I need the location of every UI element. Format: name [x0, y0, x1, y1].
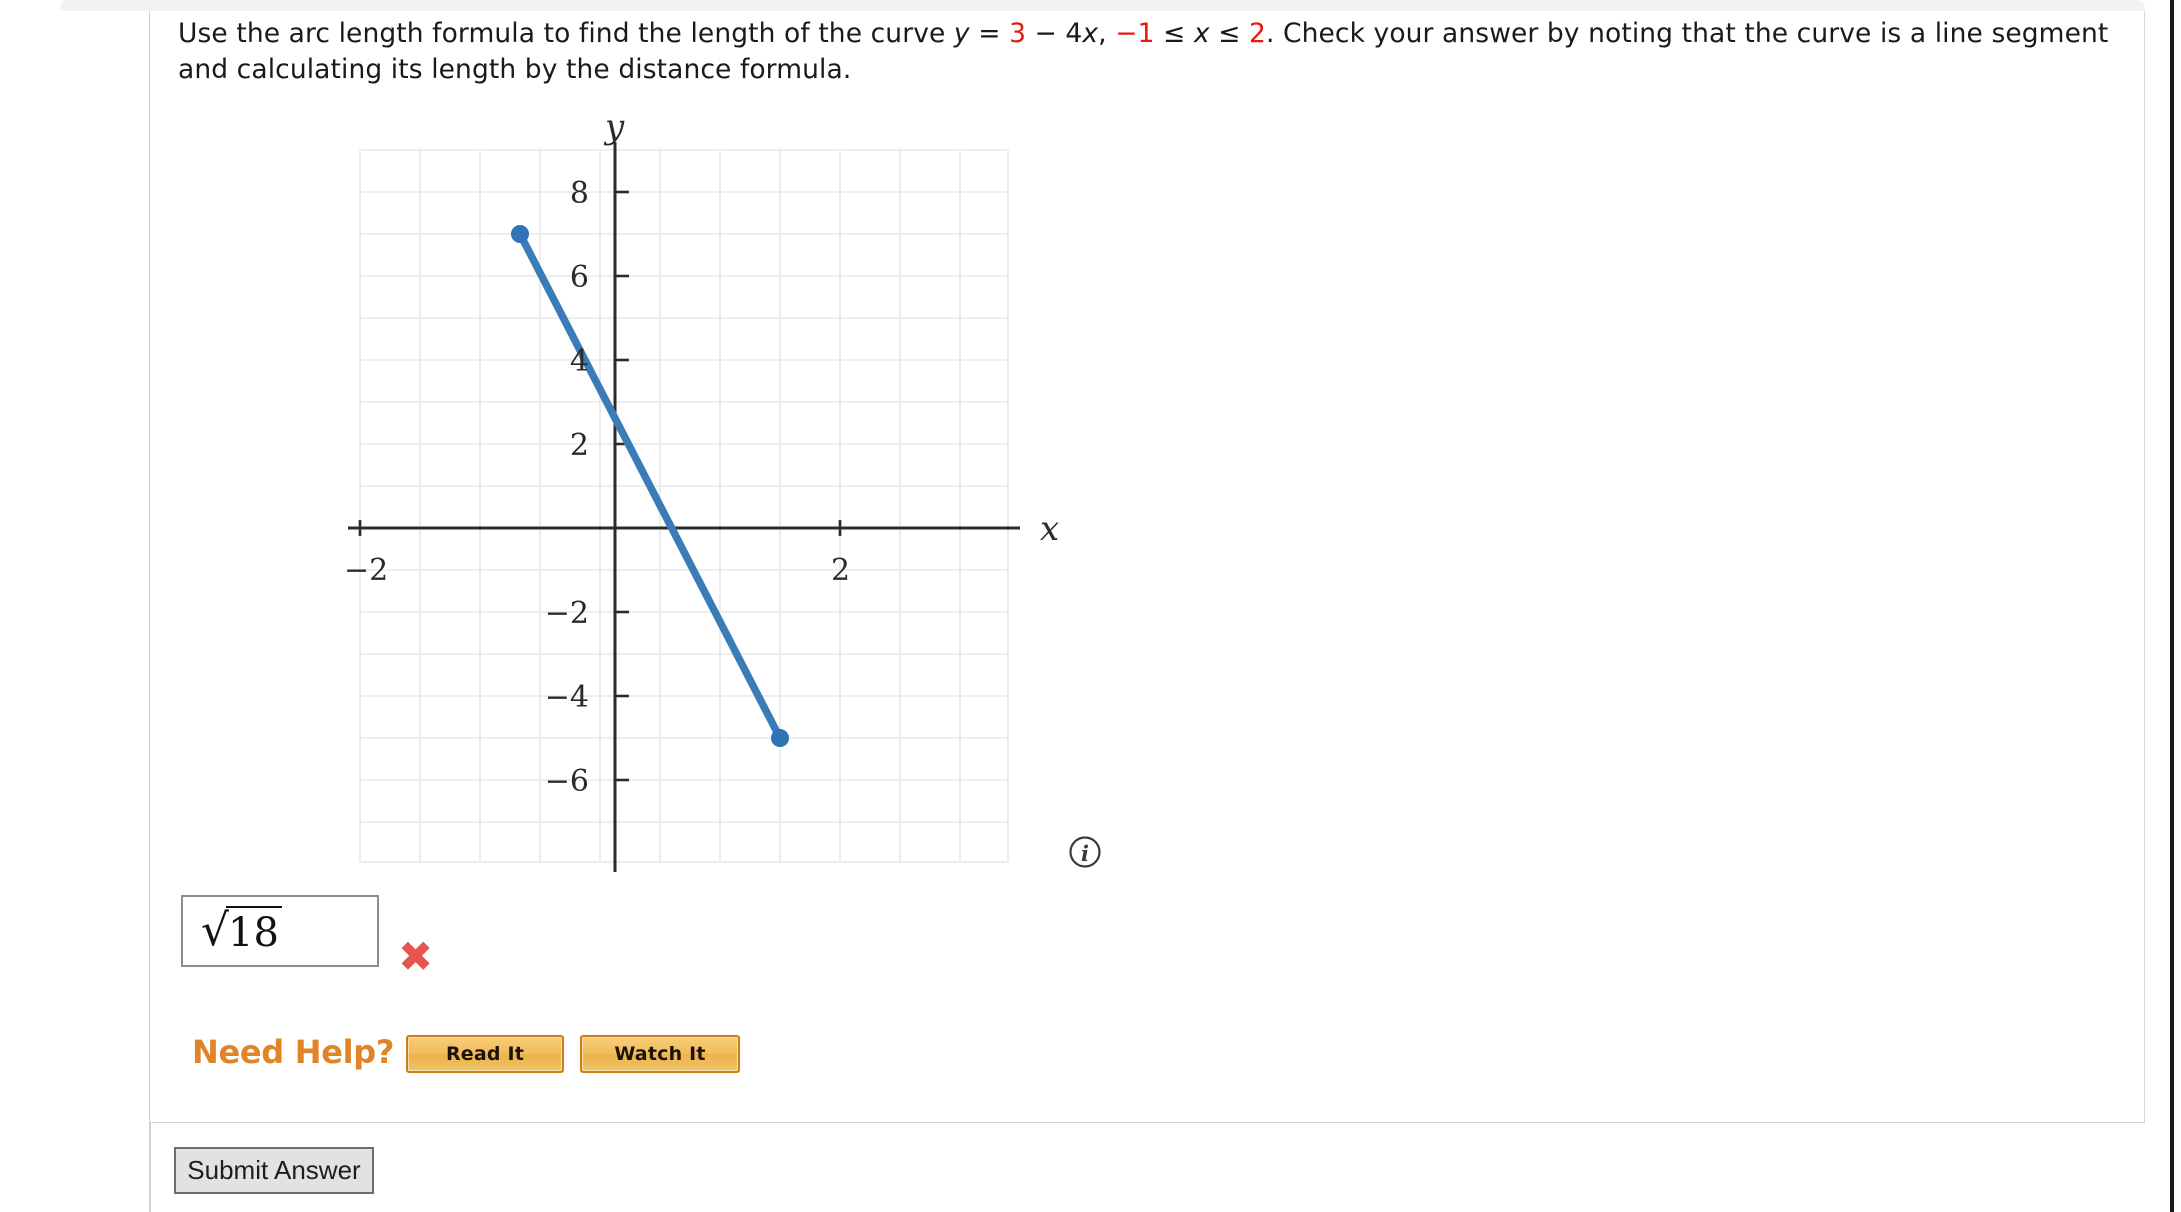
- y-tick-label--6: −6: [545, 764, 589, 799]
- question-line1-prefix: Use the arc length formula to find the l…: [178, 18, 954, 49]
- y-tick-label-6: 6: [570, 260, 589, 295]
- submit-answer-button[interactable]: Submit Answer: [174, 1147, 374, 1194]
- gridlines: [359, 149, 1009, 863]
- wrong-x-icon: ✖: [398, 932, 434, 981]
- question-line1-tail: . Check your answer by noting that the c…: [1265, 18, 2109, 49]
- x-tick-label-2: 2: [831, 553, 850, 588]
- info-icon[interactable]: i: [1068, 835, 1102, 869]
- y-tick-label--2: −2: [545, 596, 589, 631]
- y-tick-label-8: 8: [570, 176, 589, 211]
- answer-value: √18: [201, 905, 282, 956]
- line-segment-graph: −2 2 8 6 4 2 −2 −4 −6 y x: [340, 120, 1080, 880]
- y-tick-label-4: 4: [570, 344, 589, 379]
- endpoint-right: [771, 729, 789, 747]
- left-gutter: [0, 11, 150, 1212]
- read-it-button[interactable]: Read It: [406, 1035, 564, 1073]
- question-lower-bound: −1: [1115, 18, 1155, 49]
- svg-text:i: i: [1081, 841, 1089, 866]
- question-line2: and calculating its length by the distan…: [178, 54, 852, 85]
- question-constant-3: 3: [1009, 18, 1027, 49]
- question-text: Use the arc length formula to find the l…: [178, 16, 2118, 88]
- x-axis-label: x: [1040, 509, 1059, 549]
- endpoint-left: [511, 225, 529, 243]
- question-minus-4: − 4: [1026, 18, 1083, 49]
- right-edge-strip: [2146, 0, 2181, 1212]
- radical-expression: √18: [201, 905, 282, 956]
- watch-it-button[interactable]: Watch It: [580, 1035, 740, 1073]
- question-var-x-2: x: [1193, 18, 1210, 49]
- answer-input[interactable]: √18: [181, 895, 379, 967]
- radicand-value: 18: [226, 906, 282, 956]
- need-help-label: Need Help?: [192, 1033, 395, 1071]
- axes: [348, 142, 1020, 872]
- graph-svg: −2 2 8 6 4 2 −2 −4 −6 y x: [344, 120, 1059, 872]
- question-le-2: ≤: [1209, 18, 1249, 49]
- x-tick-label--2: −2: [344, 553, 388, 588]
- question-le-1: ≤: [1154, 18, 1194, 49]
- question-equals: =: [969, 18, 1010, 49]
- question-comma: ,: [1098, 18, 1116, 49]
- y-tick-label--4: −4: [545, 680, 589, 715]
- question-var-x: x: [1082, 18, 1099, 49]
- radical-sign: √: [201, 905, 230, 956]
- y-axis-label: y: [603, 120, 625, 147]
- submit-panel: [150, 1122, 2145, 1212]
- question-var-y: y: [953, 18, 970, 49]
- question-upper-bound: 2: [1248, 18, 1266, 49]
- info-icon-svg: i: [1069, 836, 1101, 868]
- y-tick-label-2: 2: [570, 428, 589, 463]
